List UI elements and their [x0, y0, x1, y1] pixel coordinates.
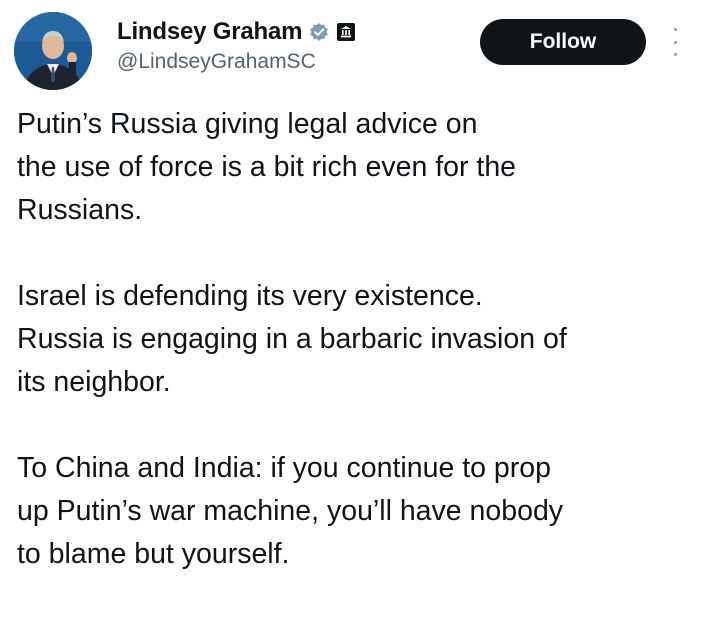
- government-badge-icon[interactable]: [336, 22, 356, 42]
- tweet-text: Putin’s Russia giving legal advice on th…: [17, 103, 701, 576]
- more-dot: [673, 40, 677, 44]
- tweet-card: Lindsey Graham @LindseyGrahamSC Follow P…: [0, 0, 708, 618]
- verified-badge-icon[interactable]: [309, 22, 329, 42]
- more-dot: [673, 53, 677, 56]
- follow-button[interactable]: Follow: [480, 19, 646, 65]
- avatar[interactable]: [14, 12, 92, 90]
- author-handle[interactable]: @LindseyGrahamSC: [117, 50, 316, 74]
- tweet-paragraph: Israel is defending its very existence. …: [17, 280, 567, 398]
- person-avatar-icon: [14, 12, 92, 90]
- more-dot: [673, 28, 677, 31]
- more-options-icon[interactable]: [666, 28, 684, 56]
- tweet-paragraph: Putin’s Russia giving legal advice on th…: [17, 108, 517, 226]
- tweet-paragraph: To China and India: if you continue to p…: [17, 452, 564, 570]
- author-display-name[interactable]: Lindsey Graham: [117, 18, 302, 46]
- author-name-row: Lindsey Graham: [117, 15, 356, 49]
